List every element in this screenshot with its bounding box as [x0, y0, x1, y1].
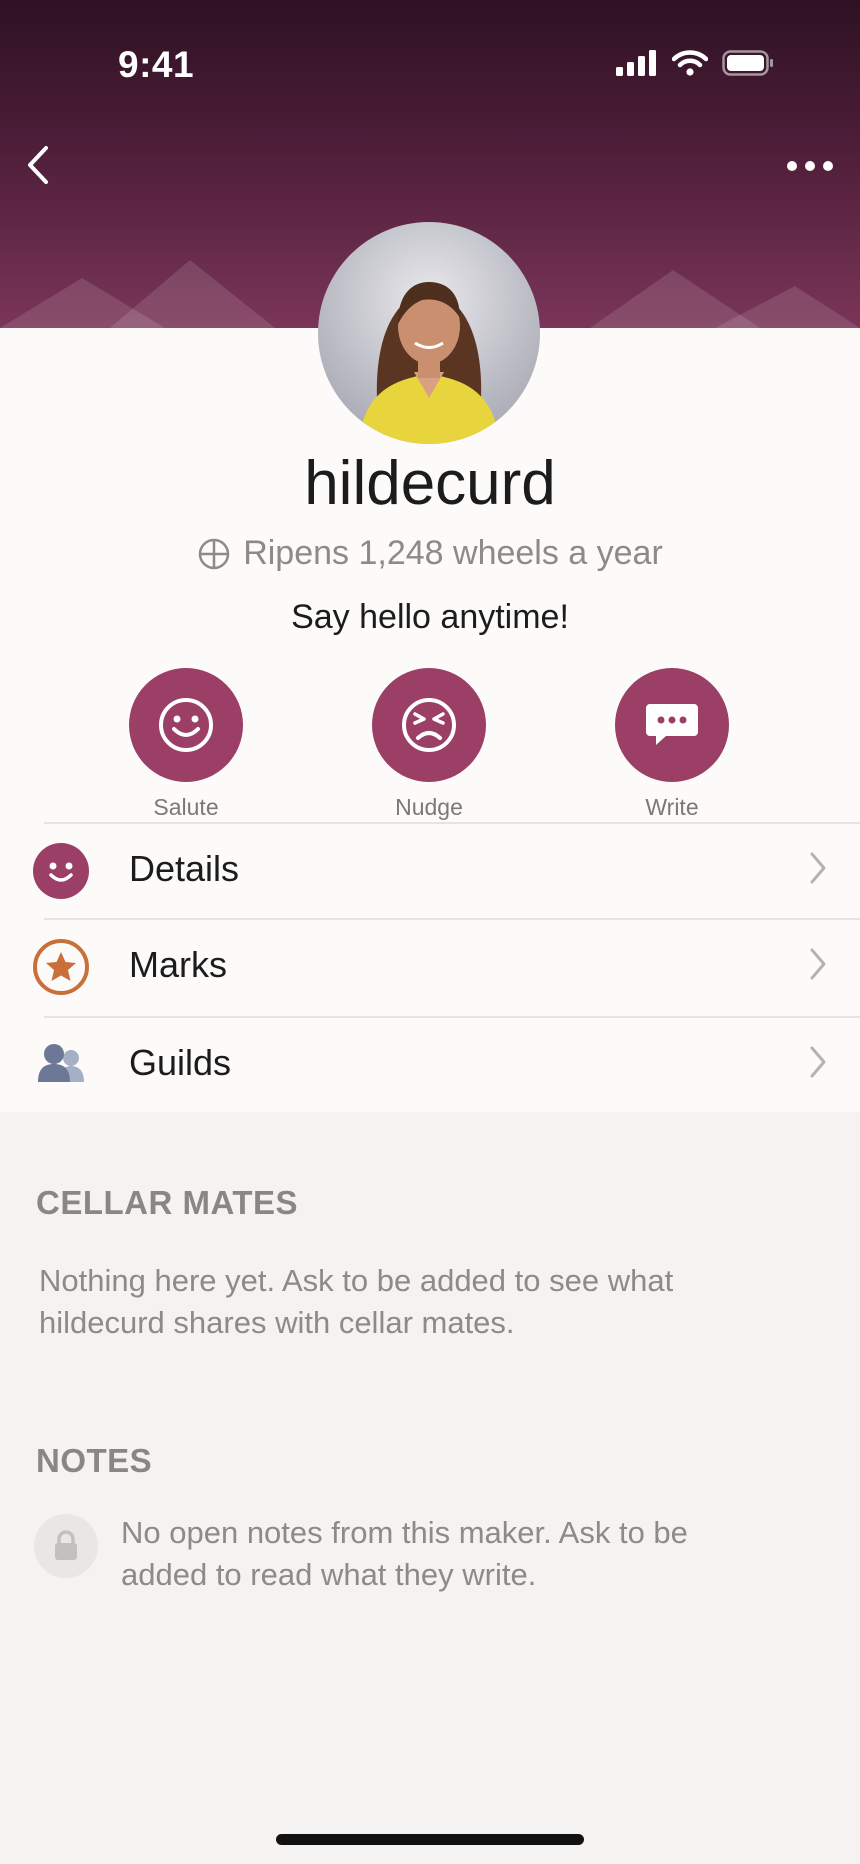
write-button[interactable]: Write — [592, 668, 752, 821]
chevron-right-icon — [810, 948, 826, 980]
ripens-text: Ripens 1,248 wheels a year — [243, 534, 663, 572]
home-indicator[interactable] — [276, 1834, 584, 1845]
divider — [44, 918, 860, 920]
cellar-mates-line: hildecurd shares with cellar mates. — [39, 1305, 515, 1340]
menu-item-label: Guilds — [129, 1042, 232, 1083]
cellar-mates-text: Nothing here yet. Ask to be added to see… — [39, 1260, 673, 1344]
avatar-portrait — [358, 282, 500, 444]
divider — [44, 822, 860, 824]
salute-button[interactable]: Salute — [106, 668, 266, 821]
star-icon — [33, 939, 89, 995]
status-bar: 9:41 — [0, 0, 860, 130]
lock-badge — [34, 1514, 98, 1578]
salute-label: Salute — [153, 794, 219, 820]
battery-icon — [722, 50, 773, 76]
write-label: Write — [645, 794, 699, 820]
notes-text: No open notes from this maker. Ask to be… — [121, 1512, 688, 1596]
profile-username: hildecurd — [304, 449, 556, 518]
wheel-icon — [198, 538, 230, 569]
notes-line: No open notes from this maker. Ask to be — [121, 1515, 688, 1550]
cellar-mates-title: CELLAR MATES — [36, 1184, 299, 1221]
lock-icon — [55, 1530, 77, 1560]
ripens-info: Ripens 1,248 wheels a year — [0, 534, 860, 573]
signal-icon — [616, 50, 656, 76]
menu-item-label: Marks — [129, 944, 227, 985]
wifi-icon — [672, 50, 708, 76]
menu-item-guilds[interactable]: Guilds — [0, 1016, 860, 1112]
grimace-icon — [402, 698, 456, 752]
nudge-button[interactable]: Nudge — [349, 668, 509, 821]
menu-item-details[interactable]: Details — [0, 822, 860, 918]
nudge-label: Nudge — [395, 794, 463, 820]
chevron-right-icon — [810, 852, 826, 884]
divider — [44, 1016, 860, 1018]
smile-icon — [159, 698, 213, 752]
notes-title: NOTES — [36, 1442, 153, 1479]
message-icon — [646, 704, 698, 745]
menu-item-marks[interactable]: Marks — [0, 918, 860, 1014]
chevron-right-icon — [810, 1046, 826, 1078]
avatar[interactable] — [318, 222, 540, 444]
more-options-button[interactable] — [780, 150, 840, 182]
profile-greeting: Say hello anytime! — [291, 598, 569, 636]
smile-icon — [33, 843, 89, 899]
cellar-mates-line: Nothing here yet. Ask to be added to see… — [39, 1263, 674, 1298]
people-icon — [38, 1044, 84, 1082]
notes-line: added to read what they write. — [121, 1557, 537, 1592]
status-time: 9:41 — [118, 44, 195, 85]
back-button[interactable] — [16, 140, 66, 190]
status-icons — [616, 50, 774, 76]
menu-item-label: Details — [129, 848, 240, 889]
